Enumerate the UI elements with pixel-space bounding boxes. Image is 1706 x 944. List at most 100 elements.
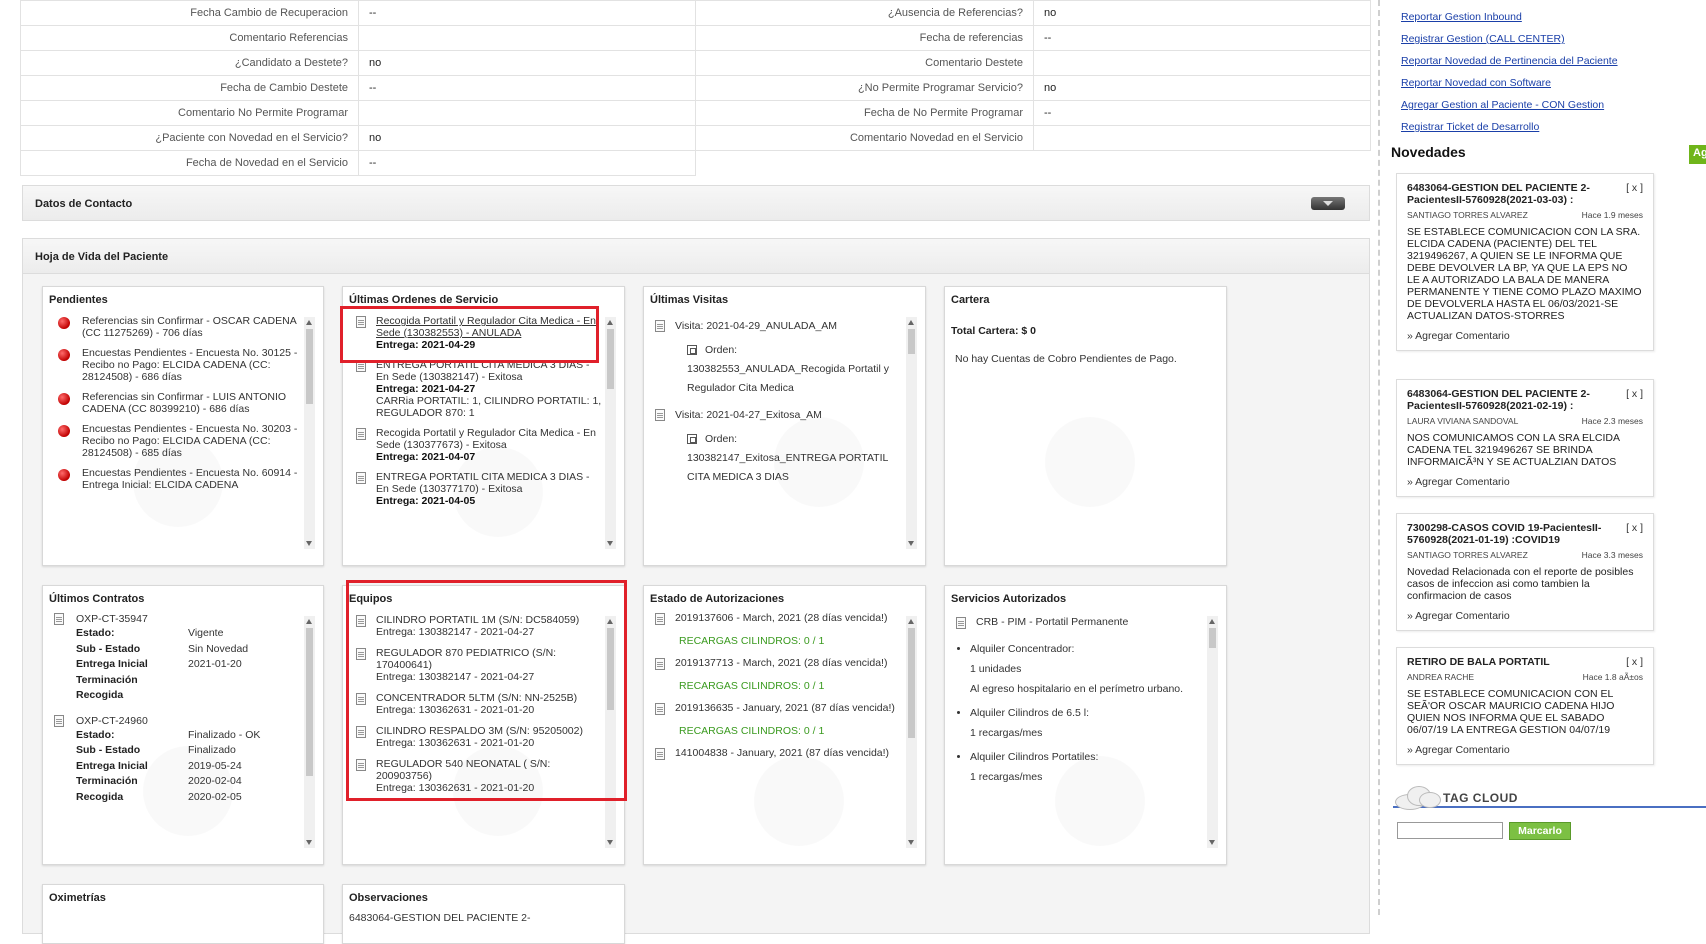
datos-contacto-header[interactable]: Datos de Contacto xyxy=(22,185,1370,221)
action-link[interactable]: Agregar Gestion al Paciente - CON Gestio… xyxy=(1401,94,1691,116)
contrato-field-label: Terminación xyxy=(76,673,138,686)
add-comment-link[interactable]: » Agregar Comentario xyxy=(1407,610,1643,622)
autorizacion-row: 2019137606 - March, 2021 (28 días vencid… xyxy=(655,612,903,625)
servicios-scrollbar[interactable] xyxy=(1207,616,1218,848)
contrato-field-value: 2019-05-24 xyxy=(188,759,242,772)
novedad-author: ANDREA RACHE xyxy=(1407,672,1475,682)
action-link[interactable]: Registrar Gestion (CALL CENTER) xyxy=(1401,28,1691,50)
pendiente-item[interactable]: Encuestas Pendientes - Encuesta No. 6091… xyxy=(58,467,301,491)
orden-value: 130382147_Exitosa_ENTREGA PORTATIL CITA … xyxy=(687,452,888,483)
orden-item[interactable]: ENTREGA PORTATIL CITA MEDICA 3 DIAS - En… xyxy=(356,359,602,419)
autorizacion-item[interactable]: 141004838 - January, 2021 (87 días venci… xyxy=(655,747,903,760)
close-icon[interactable]: [ x ] xyxy=(1626,656,1643,668)
pendientes-scrollbar[interactable] xyxy=(304,317,315,549)
recargas-status: RECARGAS CILINDROS: 0 / 1 xyxy=(679,725,825,737)
contrato-item[interactable]: OXP-CT-35947 Estado: Vigente Sub - Estado Si… xyxy=(54,612,301,704)
autorizacion-item[interactable]: 2019136635 - January, 2021 (87 días venc… xyxy=(655,702,903,737)
visitas-title: Últimas Visitas xyxy=(650,294,729,306)
info-row: Comentario No Permite Programar Fecha de … xyxy=(20,100,1371,126)
orden-entrega: Entrega: 2021-04-29 xyxy=(376,339,476,351)
novedad-ago: Hace 1.8 aÃ±os xyxy=(1582,672,1643,682)
info-value: no xyxy=(358,50,696,76)
ordenes-scrollbar[interactable] xyxy=(605,317,616,549)
observaciones-card: Observaciones 6483064-GESTION DEL PACIEN… xyxy=(342,884,625,944)
info-value: -- xyxy=(358,150,696,176)
action-link[interactable]: Reportar Novedad con Software xyxy=(1401,72,1691,94)
autorizacion-item[interactable]: 2019137713 - March, 2021 (28 días vencid… xyxy=(655,657,903,692)
contrato-fields: Estado: Vigente Sub - Estado Sin Novedad Ent… xyxy=(76,626,248,704)
pendiente-item[interactable]: Encuestas Pendientes - Encuesta No. 3012… xyxy=(58,347,301,383)
equipo-name: CILINDRO RESPALDO 3M (S/N: 95205002) xyxy=(376,725,583,737)
equipo-name: CONCENTRADOR 5LTM (S/N: NN-2525B) xyxy=(376,692,578,704)
close-icon[interactable]: [ x ] xyxy=(1626,522,1643,546)
equipo-entrega: Entrega: 130362631 - 2021-01-20 xyxy=(376,782,535,794)
equipo-item[interactable]: CONCENTRADOR 5LTM (S/N: NN-2525B) Entrega… xyxy=(356,692,602,716)
servicio-header: CRB - PIM - Portatil Permanente xyxy=(956,616,1204,629)
equipo-text: CILINDRO PORTATIL 1M (S/N: DC584059) Entr… xyxy=(376,614,579,638)
contrato-code: OXP-CT-24960 xyxy=(76,714,148,727)
visita-item[interactable]: Visita: 2021-04-27_Exitosa_AM Orden: 13038… xyxy=(655,406,903,487)
contratos-scrollbar[interactable] xyxy=(304,616,315,848)
servicio-detail: 1 recargas/mes xyxy=(970,727,1043,739)
add-comment-link[interactable]: » Agregar Comentario xyxy=(1407,330,1643,342)
servicio-item: Alquiler Cilindros de 6.5 l: 1 recargas/m… xyxy=(970,703,1204,743)
hoja-vida-header[interactable]: Hoja de Vida del Paciente xyxy=(22,238,1370,274)
orden-item[interactable]: Recogida Portatil y Regulador Cita Medic… xyxy=(356,427,602,463)
orden-text: Recogida Portatil y Regulador Cita Medic… xyxy=(376,427,602,463)
equipo-item[interactable]: REGULADOR 870 PEDIATRICO (S/N: 170400641… xyxy=(356,647,602,683)
orden-item[interactable]: ENTREGA PORTATIL CITA MEDICA 3 DIAS - En… xyxy=(356,471,602,507)
close-icon[interactable]: [ x ] xyxy=(1626,388,1643,412)
info-empty xyxy=(696,151,1371,176)
document-icon xyxy=(356,472,366,484)
action-link[interactable]: Reportar Gestion Inbound xyxy=(1401,6,1691,28)
add-comment-link[interactable]: » Agregar Comentario xyxy=(1407,744,1643,756)
orden-desc[interactable]: Recogida Portatil y Regulador Cita Medic… xyxy=(376,315,602,339)
expand-box-icon[interactable] xyxy=(687,434,697,444)
novedad-body: Novedad Relacionada con el reporte de po… xyxy=(1407,566,1634,602)
novedad-card: 6483064-GESTION DEL PACIENTE 2-Pacientes… xyxy=(1396,173,1654,351)
contrato-field-label: Estado: xyxy=(76,627,115,639)
alert-dot-icon xyxy=(58,425,70,437)
info-label: Comentario Novedad en el Servicio xyxy=(695,125,1034,151)
pendiente-item[interactable]: Referencias sin Confirmar - OSCAR CADENA… xyxy=(58,315,301,339)
add-comment-link[interactable]: » Agregar Comentario xyxy=(1407,476,1643,488)
marcarlo-button[interactable]: Marcarlo xyxy=(1509,822,1571,840)
autorizacion-text: 2019137713 - March, 2021 (28 días vencid… xyxy=(675,657,888,669)
visita-orden: Orden: 130382553_ANULADA_Recogida Portati… xyxy=(687,341,903,398)
autorizaciones-scrollbar[interactable] xyxy=(906,616,917,848)
expand-box-icon[interactable] xyxy=(687,345,697,355)
contrato-code: OXP-CT-35947 xyxy=(76,613,148,625)
add-novedad-button[interactable]: Ag xyxy=(1689,145,1706,164)
action-link[interactable]: Reportar Novedad de Pertinencia del Paci… xyxy=(1401,50,1691,72)
equipos-scrollbar[interactable] xyxy=(605,616,616,848)
equipo-item[interactable]: CILINDRO RESPALDO 3M (S/N: 95205002) Entr… xyxy=(356,725,602,749)
pendiente-item[interactable]: Encuestas Pendientes - Encuesta No. 3020… xyxy=(58,423,301,459)
pendientes-list: Referencias sin Confirmar - OSCAR CADENA… xyxy=(48,313,301,549)
contrato-field-label: Recogida xyxy=(76,689,124,701)
novedad-ago: Hace 1.9 meses xyxy=(1581,210,1643,220)
visitas-scrollbar[interactable] xyxy=(906,317,917,549)
visita-item[interactable]: Visita: 2021-04-29_ANULADA_AM Orden: 13038… xyxy=(655,317,903,398)
orden-entrega: Entrega: 2021-04-07 xyxy=(376,451,476,463)
pendiente-item[interactable]: Referencias sin Confirmar - LUIS ANTONIO… xyxy=(58,391,301,415)
contrato-item[interactable]: OXP-CT-24960 Estado: Finalizado - OK Sub - … xyxy=(54,714,301,806)
document-icon xyxy=(655,613,665,625)
orden-item[interactable]: Recogida Portatil y Regulador Cita Medic… xyxy=(356,315,602,351)
equipo-item[interactable]: CILINDRO PORTATIL 1M (S/N: DC584059) Entr… xyxy=(356,614,602,638)
novedad-meta: SANTIAGO TORRES ALVAREZ Hace 1.9 meses xyxy=(1407,210,1643,220)
info-label: Fecha de No Permite Programar xyxy=(695,100,1034,126)
tag-input[interactable] xyxy=(1397,822,1503,839)
document-icon xyxy=(356,428,366,440)
equipo-item[interactable]: REGULADOR 540 NEONATAL ( S/N: 200903756)… xyxy=(356,758,602,794)
novedad-body: SE ESTABLECE COMUNICACION CON LA SRA. EL… xyxy=(1407,226,1642,322)
autorizaciones-list: 2019137606 - March, 2021 (28 días vencid… xyxy=(649,612,903,848)
document-icon xyxy=(356,648,366,660)
info-value: -- xyxy=(358,75,696,101)
info-row: ¿Candidato a Destete? no Comentario Destet… xyxy=(20,50,1371,76)
expand-arrow-icon[interactable] xyxy=(1311,197,1345,210)
autorizacion-item[interactable]: 2019137606 - March, 2021 (28 días vencid… xyxy=(655,612,903,647)
contrato-field-value: Finalizado xyxy=(188,744,236,756)
novedad-title: RETIRO DE BALA PORTATIL xyxy=(1407,656,1550,668)
close-icon[interactable]: [ x ] xyxy=(1626,182,1643,206)
action-link[interactable]: Registrar Ticket de Desarrollo xyxy=(1401,116,1691,138)
